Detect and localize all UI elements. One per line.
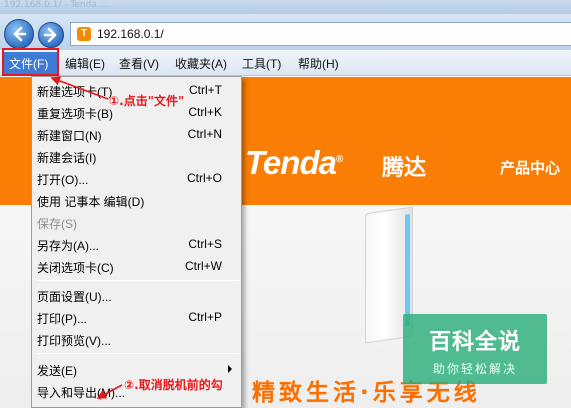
window-title-strip: 192.168.0.1/ - Tenda ... — [0, 0, 571, 14]
menu-help[interactable]: 帮助(H) — [298, 55, 339, 72]
watermark-title: 百科全说 — [428, 330, 521, 355]
arrow-left-icon — [13, 26, 27, 42]
nav-link-products[interactable]: 产品中心 — [500, 157, 560, 178]
menu-item-close-tab[interactable]: 关闭选项卡(C) Ctrl+W — [37, 255, 240, 277]
menu-separator — [37, 353, 239, 354]
logo-text: Tenda — [245, 144, 337, 181]
watermark-subtitle: 助你轻松解决 — [432, 362, 517, 376]
menu-item-save: 保存(S) — [37, 217, 77, 231]
menu-file[interactable]: 文件(F) — [3, 52, 59, 75]
menu-view[interactable]: 查看(V) — [119, 55, 159, 72]
logo-registered-mark: ® — [335, 154, 343, 165]
menu-item-page-setup[interactable]: 页面设置(U)... — [37, 284, 240, 306]
menu-item-open[interactable]: 打开(O)... Ctrl+O — [37, 167, 240, 189]
menu-item-new-session[interactable]: 新建会话(I) — [37, 145, 240, 167]
annotation-step2: ②.取消脱机前的勾 — [124, 378, 223, 392]
brand-name-cn: 腾达 — [382, 156, 427, 181]
window-title: 192.168.0.1/ - Tenda ... — [4, 0, 109, 10]
navigation-bar: T 192.168.0.1/ — [0, 14, 571, 50]
submenu-arrow-icon — [228, 365, 232, 373]
menu-item-new-window[interactable]: 新建窗口(N) Ctrl+N — [37, 123, 240, 145]
address-text[interactable]: 192.168.0.1/ — [97, 27, 164, 41]
menu-item-edit-with-notepad[interactable]: 使用 记事本 编辑(D) — [37, 189, 240, 211]
menu-item-print[interactable]: 打印(P)... Ctrl+P — [37, 306, 240, 328]
menu-item-save-as[interactable]: 另存为(A)... Ctrl+S — [37, 233, 240, 255]
menu-separator — [37, 280, 239, 281]
menubar: 文件(F) 编辑(E) 查看(V) 收藏夹(A) 工具(T) 帮助(H) — [0, 50, 571, 76]
menu-edit[interactable]: 编辑(E) — [65, 55, 105, 72]
arrow-right-icon — [43, 27, 57, 43]
annotation-step1: ①.点击"文件" — [109, 94, 185, 108]
tenda-logo: Tenda® — [245, 144, 343, 182]
forward-button[interactable] — [38, 22, 64, 48]
menu-tools[interactable]: 工具(T) — [242, 55, 281, 72]
back-button[interactable] — [4, 19, 34, 49]
watermark: 百科全说 助你轻松解决 — [403, 314, 547, 384]
menu-item-print-preview[interactable]: 打印预览(V)... — [37, 328, 240, 350]
address-bar[interactable]: T 192.168.0.1/ — [70, 22, 571, 46]
file-menu-dropdown: 新建选项卡(T) Ctrl+T 重复选项卡(B) Ctrl+K 新建窗口(N) Ctr… — [31, 76, 242, 408]
menu-favorites[interactable]: 收藏夹(A) — [175, 55, 227, 72]
site-favicon-icon: T — [77, 27, 91, 41]
